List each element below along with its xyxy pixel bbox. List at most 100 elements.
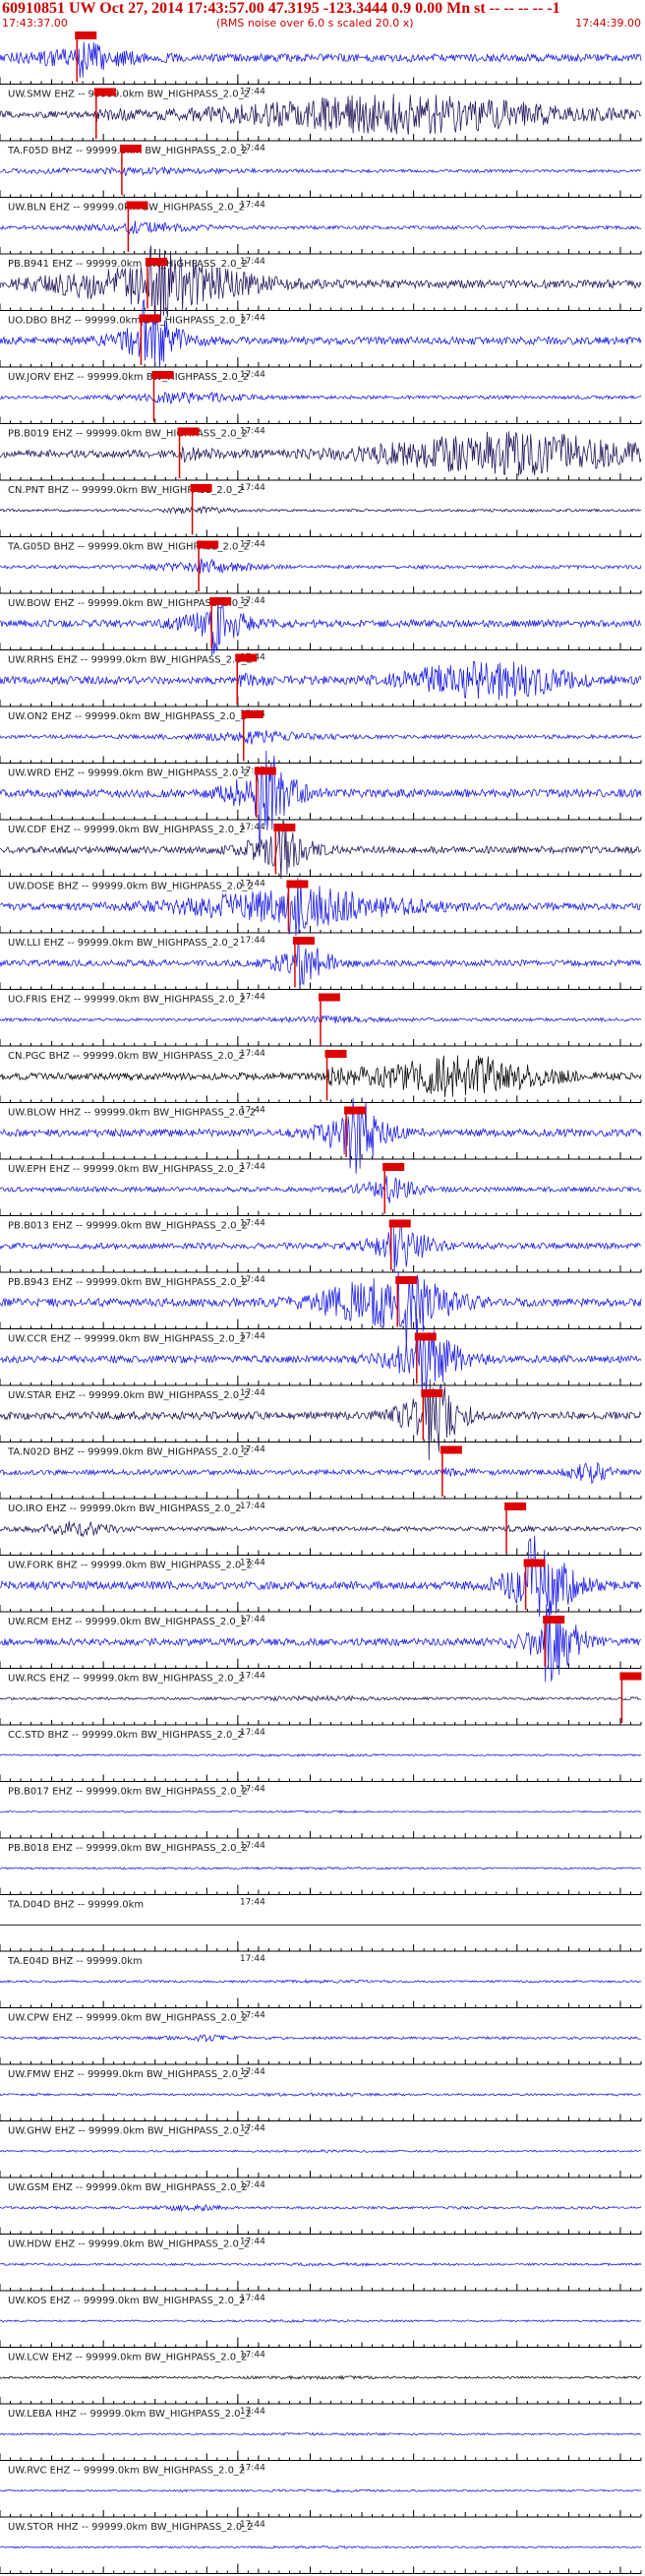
- pick-tag: [543, 1616, 565, 1624]
- station-label: PB.B019 EHZ -- 99999.0km BW_HIGHPASS_2.0…: [8, 429, 248, 440]
- waveform-trace: [0, 1520, 642, 1538]
- waveform-trace: [0, 2374, 642, 2381]
- pick-tag: [382, 1163, 405, 1171]
- pick-tag: [414, 1332, 437, 1341]
- station-label: PB.B013 EHZ -- 99999.0km BW_HIGHPASS_2.0…: [8, 1221, 248, 1232]
- waveform-trace: [0, 1752, 642, 1757]
- station-label: PB.B943 EHZ -- 99999.0km BW_HIGHPASS_2.0…: [8, 1277, 248, 1288]
- station-label: UW.GHW EHZ -- 99999.0km BW_HIGHPASS_2.0_…: [8, 2126, 250, 2137]
- waveform-trace: [0, 391, 642, 404]
- pick-tag: [523, 1559, 546, 1567]
- station-label: UO.DBO BHZ -- 99999.0km BW_HIGHPASS_2.0_…: [8, 316, 247, 327]
- station-label: UW.STOR HHZ -- 99999.0km BW_HIGHPASS_2.0…: [8, 2522, 254, 2533]
- pick-tag: [388, 1219, 411, 1228]
- waveform-trace: [0, 1694, 642, 1702]
- waveform-trace: [0, 2034, 642, 2044]
- pick-tag: [421, 1389, 443, 1397]
- station-label: UW.BLOW HHZ -- 99999.0km BW_HIGHPASS_2.0…: [8, 1108, 256, 1119]
- pick-tag: [254, 767, 276, 775]
- station-label: PB.B018 EHZ -- 99999.0km BW_HIGHPASS_2.0…: [8, 1843, 248, 1854]
- waveform-trace: [0, 2261, 642, 2267]
- station-label: UW.HDW EHZ -- 99999.0km BW_HIGHPASS_2.0_…: [8, 2239, 250, 2250]
- station-label: UW.ON2 EHZ -- 99999.0km BW_HIGHPASS_2.0_…: [8, 711, 247, 722]
- pick-tag: [177, 427, 200, 436]
- pick-tag: [286, 880, 309, 889]
- pick-tag: [395, 1276, 418, 1284]
- waveform-trace: [0, 41, 642, 79]
- waveform-trace: [0, 1175, 642, 1203]
- pick-tag: [440, 1445, 462, 1454]
- station-label: CC.STD BHZ -- 99999.0km BW_HIGHPASS_2.0_…: [8, 1730, 244, 1741]
- pick-tag: [197, 540, 219, 549]
- pick-tag: [190, 484, 212, 492]
- station-label: UW.CDF EHZ -- 99999.0km BW_HIGHPASS_2.0_…: [8, 825, 246, 835]
- pick-tag: [273, 824, 296, 831]
- pick-tag: [292, 937, 315, 945]
- waveform-trace: [0, 1809, 642, 1814]
- station-label: UW.DOSE BHZ -- 99999.0km BW_HIGHPASS_2.0…: [8, 882, 254, 892]
- minute-tick-label: 17:44: [240, 483, 265, 493]
- station-label: UW.EPH EHZ -- 99999.0km BW_HIGHPASS_2.0_…: [8, 1164, 245, 1175]
- station-label: UW.WRD EHZ -- 99999.0km BW_HIGHPASS_2.0_…: [8, 768, 250, 779]
- station-label: UO.IRO EHZ -- 99999.0km BW_HIGHPASS_2.0_…: [8, 1503, 242, 1514]
- station-label: UW.RCM EHZ -- 99999.0km BW_HIGHPASS_2.0_…: [8, 1617, 247, 1627]
- station-label: UW.RCS EHZ -- 99999.0km BW_HIGHPASS_2.0_…: [8, 1674, 245, 1685]
- minute-tick-label: 17:44: [240, 1728, 265, 1738]
- station-label: UW.SMW EHZ -- 99999.0km BW_HIGHPASS_2.0_…: [8, 90, 250, 100]
- station-label: UO.FRIS EHZ -- 99999.0km BW_HIGHPASS_2.0…: [8, 995, 246, 1006]
- pick-tag: [145, 258, 167, 266]
- waveform-trace: [0, 1866, 642, 1871]
- pick-tag: [139, 314, 161, 323]
- waveform-trace: [0, 220, 642, 235]
- station-label: UW.CCR EHZ -- 99999.0km BW_HIGHPASS_2.0_…: [8, 1334, 246, 1345]
- station-label: TA.N02D BHZ -- 99999.0km BW_HIGHPASS_2.0…: [7, 1447, 249, 1458]
- minute-tick-label: 17:44: [240, 1954, 265, 1964]
- waveform-trace: [0, 2431, 642, 2436]
- waveform-trace: [0, 505, 642, 516]
- pick-tag: [319, 993, 340, 1002]
- station-label: UW.FMW EHZ -- 99999.0km BW_HIGHPASS_2.0_…: [8, 2069, 249, 2080]
- minute-tick-label: 17:44: [240, 936, 265, 946]
- station-label: UW.LCW EHZ -- 99999.0km BW_HIGHPASS_2.0_…: [8, 2353, 248, 2363]
- waveform-trace: [0, 2318, 642, 2323]
- station-label: TA.E04D BHZ -- 99999.0km: [7, 1956, 143, 1967]
- pick-tag: [119, 145, 142, 153]
- waveform-trace: [0, 2545, 642, 2549]
- waveform-trace: [0, 2149, 642, 2154]
- pick-tag: [209, 597, 232, 605]
- seismogram-plot: 17:44 17:44 UW.SMW EHZ -- 99999.0km BW_HIG…: [0, 31, 642, 2574]
- pick-tag: [241, 710, 264, 718]
- waveform-trace: [0, 660, 642, 701]
- station-label: UW.LLI EHZ -- 99999.0km BW_HIGHPASS_2.0_…: [8, 938, 239, 949]
- pick-tag: [504, 1503, 527, 1510]
- waveform-trace: [0, 2092, 642, 2098]
- waveform-trace: [0, 245, 642, 326]
- station-label: UW.JORV EHZ -- 99999.0km BW_HIGHPASS_2.0…: [8, 372, 249, 383]
- waveform-trace: [0, 1979, 642, 1985]
- pick-tag: [344, 1106, 367, 1115]
- pick-tag: [75, 31, 97, 39]
- pick-tag: [126, 201, 148, 210]
- waveform-trace: [0, 729, 642, 745]
- pick-tag: [324, 1050, 347, 1058]
- station-label: TA.D04D BHZ -- 99999.0km: [7, 1900, 144, 1911]
- station-label: PB.B017 EHZ -- 99999.0km BW_HIGHPASS_2.0…: [8, 1787, 248, 1798]
- station-label: UW.LEBA HHZ -- 99999.0km BW_HIGHPASS_2.0…: [8, 2409, 252, 2420]
- pick-tag: [151, 371, 174, 379]
- waveform-trace: [0, 1461, 642, 1484]
- station-label: CN.PGC BHZ -- 99999.0km BW_HIGHPASS_2.0_…: [8, 1051, 245, 1062]
- waveform-trace: [0, 2203, 642, 2213]
- waveform-trace: [0, 165, 642, 177]
- pick-tag: [93, 88, 116, 96]
- station-label: UW.FORK BHZ -- 99999.0km BW_HIGHPASS_2.0…: [8, 1561, 253, 1571]
- station-label: UW.RVC EHZ -- 99999.0km BW_HIGHPASS_2.0_…: [8, 2466, 245, 2477]
- pick-tag: [619, 1672, 642, 1681]
- minute-tick-label: 17:44: [240, 1502, 265, 1511]
- minute-tick-label: 17:44: [240, 1898, 265, 1908]
- pick-tag: [235, 653, 258, 662]
- station-label: UW.KOS EHZ -- 99999.0km BW_HIGHPASS_2.0_…: [8, 2296, 245, 2306]
- station-label: UW.CPW EHZ -- 99999.0km BW_HIGHPASS_2.0_…: [8, 2013, 248, 2024]
- waveform-trace: [0, 558, 642, 575]
- station-label: UW.RRHS EHZ -- 99999.0km BW_HIGHPASS_2.0…: [8, 655, 253, 666]
- station-label: UW.GSM EHZ -- 99999.0km BW_HIGHPASS_2.0_…: [8, 2182, 248, 2193]
